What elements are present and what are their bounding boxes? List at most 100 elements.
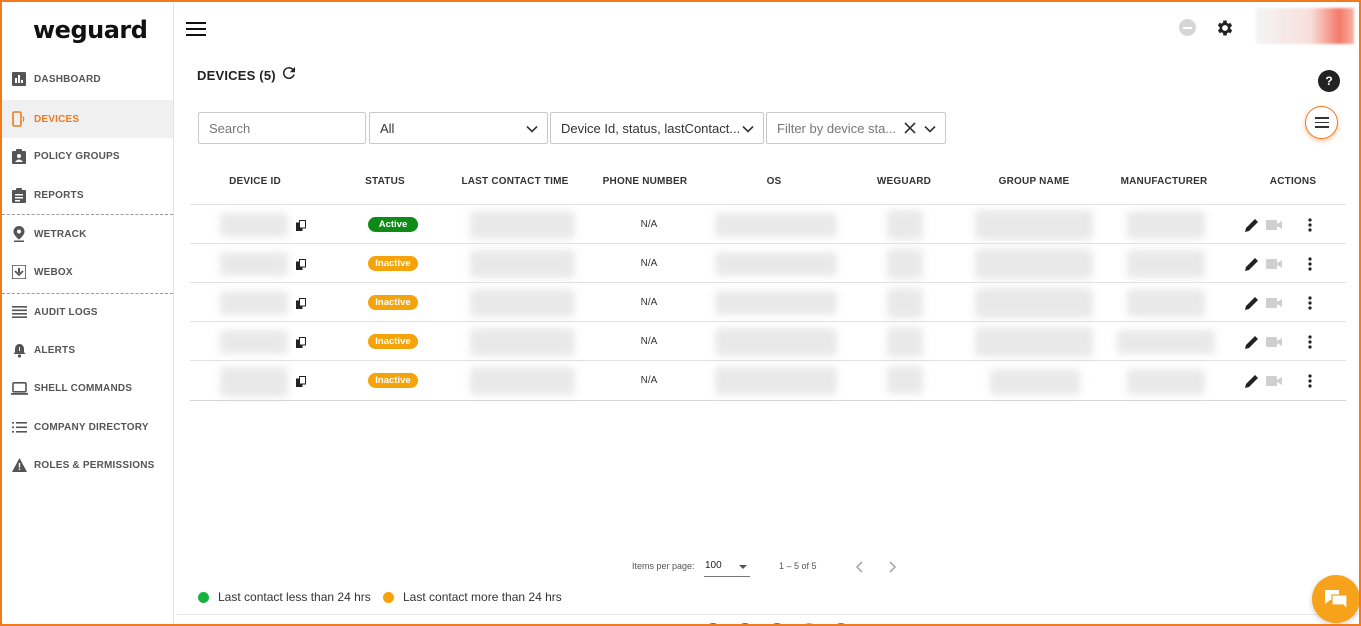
phone-number: N/A [640, 258, 658, 269]
sidebar-item-roles-permissions[interactable]: ROLES & PERMISSIONS [2, 446, 173, 484]
column-header-last-contact[interactable]: LAST CONTACT TIME [455, 176, 575, 187]
redacted-device-id [220, 367, 288, 397]
more-options-icon[interactable] [1301, 333, 1319, 351]
sidebar-item-company-directory[interactable]: COMPANY DIRECTORY [2, 408, 173, 446]
sidebar-item-policy-groups[interactable]: POLICY GROUPS [2, 137, 173, 175]
sidebar-item-devices[interactable]: DEVICES [2, 100, 173, 138]
bulleted-list-icon [10, 418, 28, 436]
sidebar-item-shell-commands[interactable]: SHELL COMMANDS [2, 369, 173, 407]
column-header-manufacturer[interactable]: MANUFACTURER [1114, 176, 1214, 187]
refresh-icon[interactable] [280, 64, 298, 82]
video-camera-icon[interactable] [1265, 333, 1283, 351]
redacted-group-name [975, 327, 1093, 357]
bell-icon [10, 341, 28, 359]
column-header-device-id[interactable]: DEVICE ID [215, 176, 295, 187]
more-options-icon[interactable] [1301, 372, 1319, 390]
status-badge: Inactive [368, 373, 418, 388]
table-row[interactable]: Inactive N/A [190, 361, 1346, 400]
sidebar-item-label: DASHBOARD [34, 73, 101, 85]
close-icon[interactable] [903, 121, 917, 135]
app-window: weguard DASHBOARD DEVICES POLICY GROUPS … [0, 0, 1361, 626]
box-icon [10, 263, 28, 281]
edit-icon[interactable] [1243, 372, 1261, 390]
edit-icon[interactable] [1243, 333, 1261, 351]
page-size-value: 100 [705, 560, 722, 571]
chevron-down-icon [526, 125, 538, 133]
next-page-icon[interactable] [884, 559, 900, 575]
redacted-group-name [990, 369, 1080, 395]
column-header-os[interactable]: OS [744, 176, 804, 187]
copy-icon[interactable] [296, 259, 306, 270]
table-row[interactable]: Inactive N/A [190, 283, 1346, 322]
column-filter-value: Device Id, status, lastContact... [561, 120, 741, 136]
sidebar-item-dashboard[interactable]: DASHBOARD [2, 60, 173, 98]
page-size-select[interactable]: 100 [704, 557, 750, 577]
table-row[interactable]: Inactive N/A [190, 244, 1346, 283]
sidebar-item-webox[interactable]: WEBOX [2, 253, 173, 291]
chat-widget-button[interactable] [1312, 575, 1359, 623]
copy-icon[interactable] [296, 220, 306, 231]
sidebar-item-label: DEVICES [34, 113, 80, 125]
table-row[interactable]: Inactive N/A [190, 322, 1346, 361]
redacted-last-contact [470, 367, 575, 395]
more-options-icon[interactable] [1301, 255, 1319, 273]
device-state-input[interactable] [777, 120, 895, 136]
column-header-status[interactable]: STATUS [350, 176, 420, 187]
search-input[interactable] [209, 120, 365, 136]
chevron-down-icon [742, 125, 754, 133]
video-camera-icon[interactable] [1265, 372, 1283, 390]
chevron-down-icon [924, 125, 936, 133]
table-row[interactable]: Active N/A [190, 205, 1346, 244]
device-type-select[interactable]: All [369, 112, 548, 144]
chat-bubble-icon [1325, 590, 1348, 610]
more-options-icon[interactable] [1301, 216, 1319, 234]
phone-number: N/A [640, 375, 658, 386]
column-header-weguard[interactable]: WEGUARD [864, 176, 944, 187]
column-header-phone[interactable]: PHONE NUMBER [595, 176, 695, 187]
column-filter-select[interactable]: Device Id, status, lastContact... [550, 112, 764, 144]
redacted-last-contact [470, 328, 575, 356]
pagination-range: 1 – 5 of 5 [779, 561, 817, 571]
edit-icon[interactable] [1243, 294, 1261, 312]
column-header-group-name[interactable]: GROUP NAME [984, 176, 1084, 187]
video-camera-icon[interactable] [1265, 255, 1283, 273]
device-type-value: All [380, 120, 395, 136]
caret-down-icon [739, 565, 747, 569]
menu-toggle-button[interactable] [186, 22, 206, 38]
location-pin-icon [10, 225, 28, 243]
video-camera-icon[interactable] [1265, 216, 1283, 234]
sidebar-item-alerts[interactable]: ALERTS [2, 331, 173, 369]
status-indicator-icon[interactable] [1179, 19, 1196, 36]
sidebar-item-audit-logs[interactable]: AUDIT LOGS [2, 293, 173, 331]
edit-icon[interactable] [1243, 255, 1261, 273]
legend-label: Last contact less than 24 hrs [218, 590, 371, 604]
edit-icon[interactable] [1243, 216, 1261, 234]
more-options-icon[interactable] [1301, 294, 1319, 312]
video-camera-icon[interactable] [1265, 294, 1283, 312]
column-header-actions: ACTIONS [1269, 176, 1317, 187]
search-field[interactable] [198, 112, 366, 144]
redacted-manufacturer [1127, 289, 1205, 317]
sidebar-item-label: WEBOX [34, 266, 73, 278]
sidebar-item-label: REPORTS [34, 189, 84, 201]
redacted-manufacturer [1127, 250, 1205, 278]
previous-page-icon[interactable] [852, 559, 868, 575]
status-badge: Inactive [368, 295, 418, 310]
row-divider [190, 321, 1346, 322]
copy-icon[interactable] [296, 376, 306, 387]
sidebar-item-wetrack[interactable]: WETRACK [2, 215, 173, 253]
copy-icon[interactable] [296, 337, 306, 348]
help-button[interactable]: ? [1318, 70, 1340, 92]
sidebar-item-reports[interactable]: REPORTS [2, 176, 173, 214]
gear-icon[interactable] [1215, 18, 1235, 38]
user-avatar[interactable] [1256, 8, 1354, 44]
redacted-manufacturer [1127, 369, 1205, 395]
copy-icon[interactable] [296, 298, 306, 309]
redacted-os [715, 252, 837, 276]
laptop-icon [10, 379, 28, 397]
device-state-filter[interactable] [766, 112, 946, 144]
redacted-device-id [220, 330, 288, 354]
column-menu-button[interactable] [1305, 106, 1338, 139]
status-badge: Inactive [368, 256, 418, 271]
footer-divider [177, 614, 1357, 615]
